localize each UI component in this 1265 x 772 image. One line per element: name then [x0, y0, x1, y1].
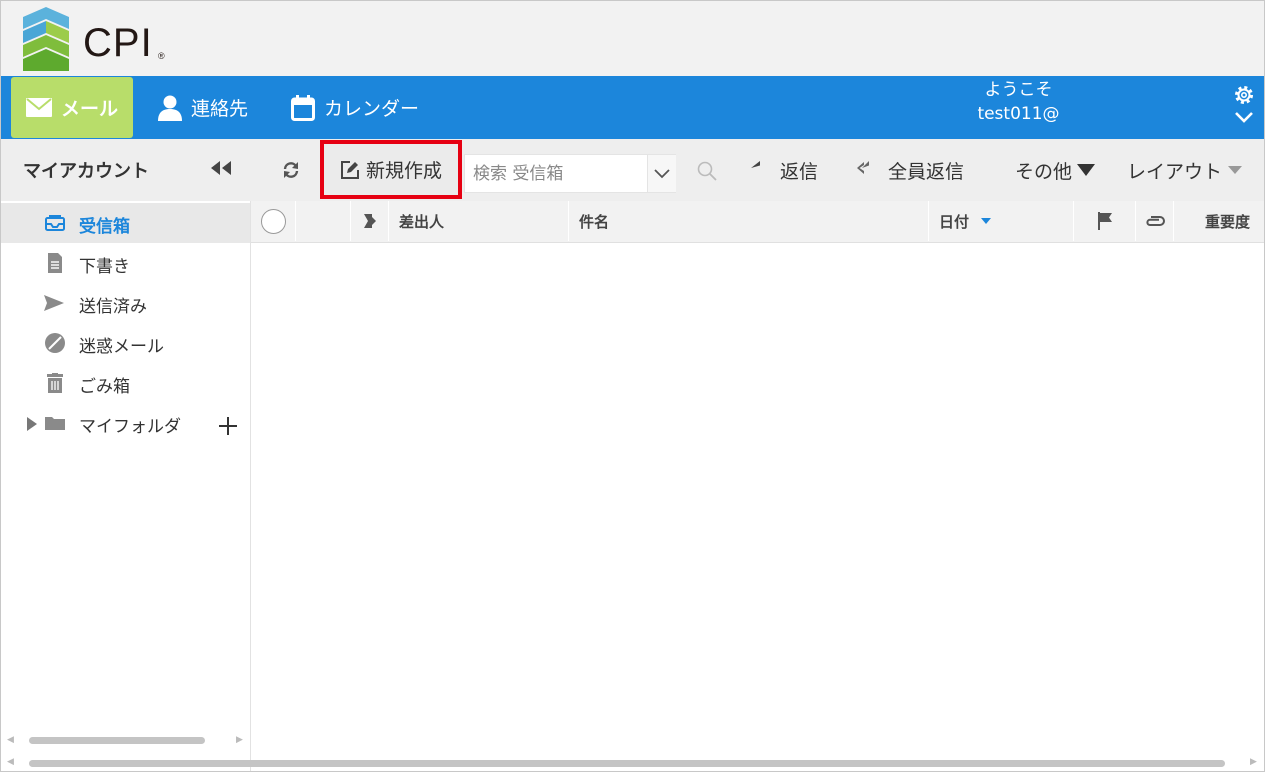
trash-icon [47, 373, 63, 393]
scroll-right-icon[interactable]: ▶ [1250, 757, 1257, 767]
logo-bar: CPI ® [1, 1, 1264, 76]
user-name: test011@ [977, 104, 1060, 124]
mail-toolbar: 新規作成 返信 全員返信 [251, 139, 1264, 201]
document-icon [48, 253, 62, 273]
mail-list-header: 差出人 件名 日付 重要度 [251, 201, 1264, 243]
horizontal-scrollbar[interactable] [29, 760, 1225, 767]
reply-all-button[interactable]: 全員返信 [857, 157, 964, 183]
thread-column[interactable] [351, 201, 389, 241]
scroll-left-icon[interactable]: ◀ [7, 735, 14, 745]
more-label: その他 [1015, 160, 1073, 183]
folder-label: マイフォルダ [79, 417, 181, 437]
column-attachment[interactable] [1136, 201, 1174, 241]
gear-icon[interactable] [1233, 84, 1255, 106]
compose-button[interactable]: 新規作成 [320, 140, 462, 199]
collapse-sidebar-icon[interactable] [209, 161, 233, 175]
mail-icon [25, 98, 52, 117]
scroll-left-icon[interactable]: ◀ [7, 757, 14, 767]
folder-sent[interactable]: 送信済み [1, 283, 250, 323]
more-menu-button[interactable]: その他 [1015, 157, 1096, 183]
folder-trash[interactable]: ごみ箱 [1, 363, 250, 403]
folder-inbox[interactable]: 受信箱 [1, 203, 250, 243]
folder-spam[interactable]: 迷惑メール [1, 323, 250, 363]
logo-text: CPI [83, 21, 153, 65]
calendar-icon [291, 94, 315, 121]
reply-button[interactable]: 返信 [751, 157, 818, 183]
reply-label: 返信 [780, 160, 819, 183]
layout-label: レイアウト [1127, 160, 1223, 183]
top-navigation: メール 連絡先 カレンダー ようこそ test011@ [1, 76, 1264, 139]
paperclip-icon [1145, 216, 1165, 226]
column-priority[interactable]: 重要度 [1174, 201, 1264, 241]
chevron-down-icon [654, 168, 670, 178]
user-menu[interactable]: ようこそ test011@ [961, 78, 1076, 126]
folder-drafts[interactable]: 下書き [1, 243, 250, 283]
search-box [464, 154, 676, 193]
reply-icon [751, 161, 760, 168]
refresh-icon[interactable] [281, 161, 301, 179]
column-date[interactable]: 日付 [929, 201, 1074, 241]
nav-contacts-label: 連絡先 [191, 98, 249, 120]
column-priority-label: 重要度 [1204, 212, 1250, 231]
sort-descending-icon [981, 218, 992, 224]
flag-icon [1097, 212, 1112, 230]
nav-calendar[interactable]: カレンダー [291, 76, 419, 139]
column-from[interactable]: 差出人 [389, 201, 569, 241]
nav-mail-label: メール [60, 98, 118, 120]
folder-label: 迷惑メール [79, 337, 164, 357]
nav-calendar-label: カレンダー [324, 98, 420, 120]
reply-all-icon [857, 161, 869, 174]
caret-down-icon [1077, 164, 1096, 176]
folder-my-folders[interactable]: マイフォルダ [1, 403, 250, 443]
folder-label: 送信済み [79, 297, 147, 317]
nav-mail[interactable]: メール [11, 77, 133, 138]
layout-menu-button[interactable]: レイアウト [1127, 157, 1243, 183]
thread-icon [363, 214, 376, 228]
nav-contacts[interactable]: 連絡先 [158, 76, 248, 139]
send-icon [44, 295, 64, 311]
scroll-right-icon[interactable]: ▶ [236, 735, 243, 745]
caret-down-icon [1228, 166, 1243, 174]
search-scope-dropdown[interactable] [647, 155, 676, 192]
mail-list [252, 243, 1264, 755]
folder-label: 下書き [79, 257, 130, 277]
reply-all-label: 全員返信 [888, 160, 965, 183]
select-all-checkbox[interactable] [260, 208, 286, 234]
welcome-text: ようこそ [984, 80, 1053, 100]
block-icon [45, 333, 65, 353]
add-folder-icon[interactable] [217, 415, 239, 437]
search-icon[interactable] [697, 161, 717, 181]
column-date-label: 日付 [939, 212, 970, 231]
column-subject-label: 件名 [579, 212, 610, 231]
chevron-down-icon[interactable] [1234, 110, 1254, 124]
column-from-label: 差出人 [399, 212, 445, 231]
column-flag[interactable] [1074, 201, 1136, 241]
edit-icon [340, 160, 359, 179]
sidebar-header: マイアカウント [1, 139, 251, 201]
folder-label: 受信箱 [79, 217, 130, 237]
person-icon [158, 95, 182, 121]
status-column [296, 201, 351, 241]
column-subject[interactable]: 件名 [569, 201, 929, 241]
app-window: CPI ® メール 連絡先 カレンダー ようこそ test011@ マイアカウン… [0, 0, 1265, 772]
inbox-icon [45, 215, 65, 231]
sidebar-scrollbar[interactable] [29, 737, 205, 744]
sidebar-title: マイアカウント [23, 161, 149, 182]
registered-mark: ® [158, 51, 165, 61]
select-all-column[interactable] [251, 201, 296, 241]
folder-label: ごみ箱 [79, 377, 130, 397]
cpi-logo-icon [23, 7, 69, 71]
folder-icon [45, 417, 65, 430]
folder-sidebar: マイアカウント 受信箱 下書き 送信済み 迷惑メール ごみ箱 マイフォルダ ◀ … [1, 139, 251, 771]
compose-label: 新規作成 [365, 160, 442, 182]
search-input[interactable] [465, 155, 646, 192]
